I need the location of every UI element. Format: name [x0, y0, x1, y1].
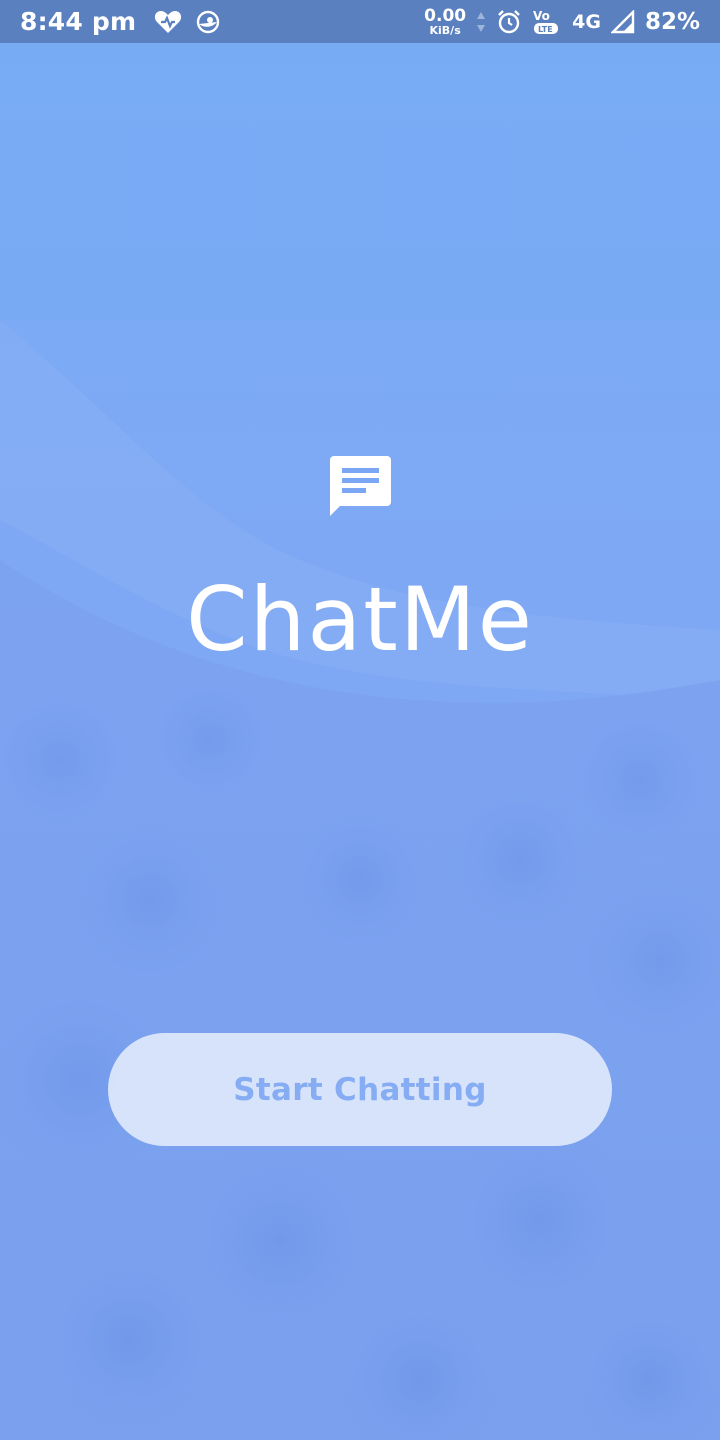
status-left-icons — [154, 10, 220, 34]
network-speed-value: 0.00 — [424, 5, 467, 26]
heart-icon — [154, 10, 182, 34]
status-time: 8:44 pm — [20, 7, 137, 36]
alarm-icon — [496, 9, 522, 35]
background-tint — [0, 0, 720, 1440]
status-right-icons: 0.00 KiB/s Vo LTE 4G 82% — [424, 5, 700, 37]
start-chatting-label: Start Chatting — [233, 1071, 487, 1108]
browser-icon — [196, 10, 220, 34]
transfer-arrows-icon — [476, 10, 486, 34]
signal-icon — [610, 9, 635, 34]
battery-level: 82% — [644, 8, 700, 35]
chat-bubble-icon — [330, 456, 391, 516]
status-bar: 8:44 pm 0.00 KiB/s Vo LTE 4G 82% — [0, 0, 720, 43]
start-chatting-button[interactable]: Start Chatting — [108, 1033, 612, 1146]
network-type: 4G — [572, 10, 601, 33]
svg-text:LTE: LTE — [538, 25, 553, 34]
app-title: ChatMe — [186, 568, 534, 671]
volte-icon: Vo LTE — [532, 8, 562, 36]
network-speed: 0.00 KiB/s — [424, 5, 467, 37]
network-speed-unit: KiB/s — [429, 23, 461, 37]
welcome-screen: 8:44 pm 0.00 KiB/s Vo LTE 4G 82% ChatMe … — [0, 0, 720, 1440]
svg-text:Vo: Vo — [533, 9, 550, 23]
